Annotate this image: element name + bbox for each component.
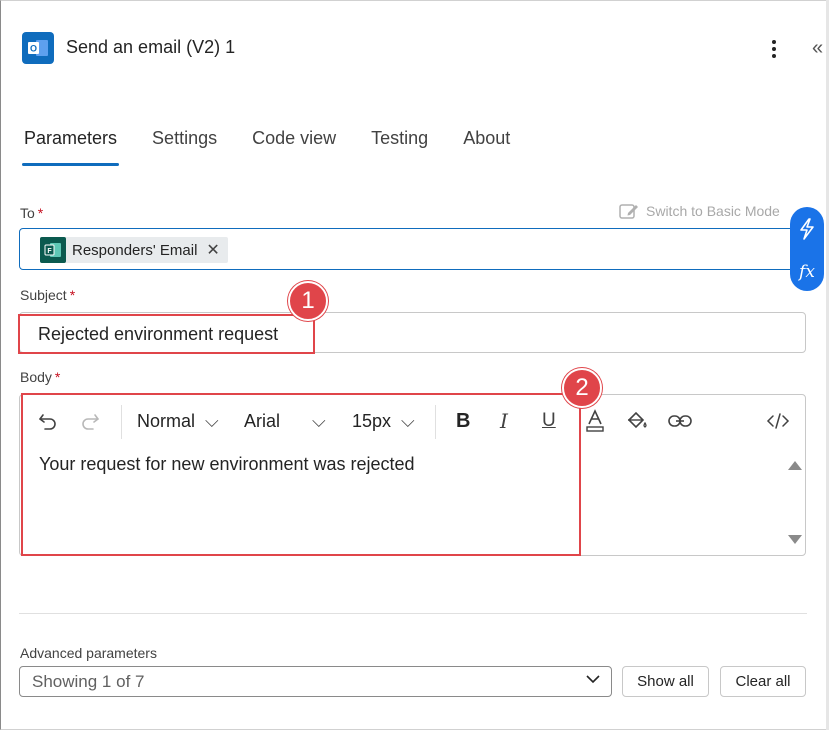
body-text: Your request for new environment was rej… bbox=[39, 454, 415, 474]
forms-icon: F bbox=[40, 237, 66, 263]
block-format-value: Normal bbox=[137, 410, 196, 431]
lightning-icon[interactable] bbox=[798, 217, 816, 243]
block-format-select[interactable]: Normal ⌵ bbox=[137, 407, 219, 435]
annotation-badge-2: 2 bbox=[562, 368, 602, 408]
font-color-icon[interactable] bbox=[585, 407, 605, 435]
chevron-down-icon: ⌵ bbox=[205, 410, 219, 431]
tab-about[interactable]: About bbox=[461, 128, 512, 168]
subject-value: Rejected environment request bbox=[38, 324, 279, 344]
expression-fx-icon[interactable]: fx bbox=[799, 263, 815, 281]
close-icon[interactable]: ✕ bbox=[206, 240, 219, 260]
edit-mode-icon bbox=[619, 204, 638, 219]
section-divider bbox=[19, 613, 807, 614]
switch-to-basic-mode-button[interactable]: Switch to Basic Mode bbox=[619, 202, 780, 220]
dynamic-content-token[interactable]: F Responders' Email ✕ bbox=[40, 237, 228, 263]
to-field[interactable]: F Responders' Email ✕ bbox=[19, 228, 809, 270]
scroll-down-icon[interactable] bbox=[788, 535, 802, 544]
tab-code-view[interactable]: Code view bbox=[250, 128, 338, 168]
svg-text:F: F bbox=[47, 248, 52, 255]
italic-icon[interactable]: I bbox=[500, 407, 508, 435]
font-family-select[interactable]: Arial ⌵ bbox=[244, 407, 326, 435]
chevron-down-icon: ⌵ bbox=[401, 410, 415, 431]
font-size-select[interactable]: 15px ⌵ bbox=[352, 407, 415, 435]
scroll-up-icon[interactable] bbox=[788, 461, 802, 470]
dynamic-content-toolbar: fx bbox=[790, 207, 824, 291]
body-label: Body * bbox=[20, 369, 61, 385]
subject-label: Subject * bbox=[20, 287, 76, 303]
tab-testing[interactable]: Testing bbox=[369, 128, 430, 168]
redo-icon[interactable] bbox=[79, 407, 101, 435]
toolbar-divider bbox=[435, 405, 436, 439]
undo-icon[interactable] bbox=[37, 407, 59, 435]
highlight-color-icon[interactable] bbox=[625, 407, 649, 435]
advanced-parameters-select[interactable]: Showing 1 of 7 bbox=[19, 666, 612, 697]
outlook-icon: O bbox=[22, 32, 54, 64]
page-title: Send an email (V2) 1 bbox=[66, 37, 236, 57]
svg-text:O: O bbox=[30, 44, 37, 54]
to-label: To * bbox=[20, 205, 44, 221]
chevron-down-icon bbox=[585, 671, 601, 692]
tab-settings[interactable]: Settings bbox=[150, 128, 219, 168]
tab-parameters[interactable]: Parameters bbox=[22, 128, 120, 168]
code-view-icon[interactable] bbox=[766, 407, 790, 435]
more-vertical-icon[interactable] bbox=[765, 36, 783, 62]
subject-field[interactable]: Rejected environment request bbox=[19, 312, 806, 353]
double-chevron-left-icon[interactable]: « bbox=[812, 36, 823, 60]
advanced-parameters-label: Advanced parameters bbox=[20, 645, 157, 661]
advanced-parameters-value: Showing 1 of 7 bbox=[32, 672, 145, 691]
required-marker: * bbox=[69, 287, 76, 303]
body-editor[interactable]: Normal ⌵ Arial ⌵ 15px ⌵ B I U Your request … bbox=[19, 394, 806, 556]
underline-icon[interactable]: U bbox=[542, 407, 556, 435]
tab-bar: Parameters Settings Code view Testing Ab… bbox=[22, 128, 512, 168]
switch-mode-label: Switch to Basic Mode bbox=[646, 203, 780, 219]
show-all-button[interactable]: Show all bbox=[622, 666, 709, 697]
bold-icon[interactable]: B bbox=[456, 407, 470, 435]
font-size-value: 15px bbox=[352, 410, 392, 431]
chevron-down-icon: ⌵ bbox=[312, 410, 326, 431]
link-icon[interactable] bbox=[668, 407, 692, 435]
required-marker: * bbox=[37, 205, 44, 221]
font-family-value: Arial bbox=[244, 410, 281, 431]
annotation-badge-1: 1 bbox=[288, 281, 328, 321]
token-label: Responders' Email bbox=[72, 241, 198, 259]
required-marker: * bbox=[54, 369, 61, 385]
panel bbox=[0, 0, 829, 730]
toolbar-divider bbox=[121, 405, 122, 439]
clear-all-button[interactable]: Clear all bbox=[720, 666, 806, 697]
